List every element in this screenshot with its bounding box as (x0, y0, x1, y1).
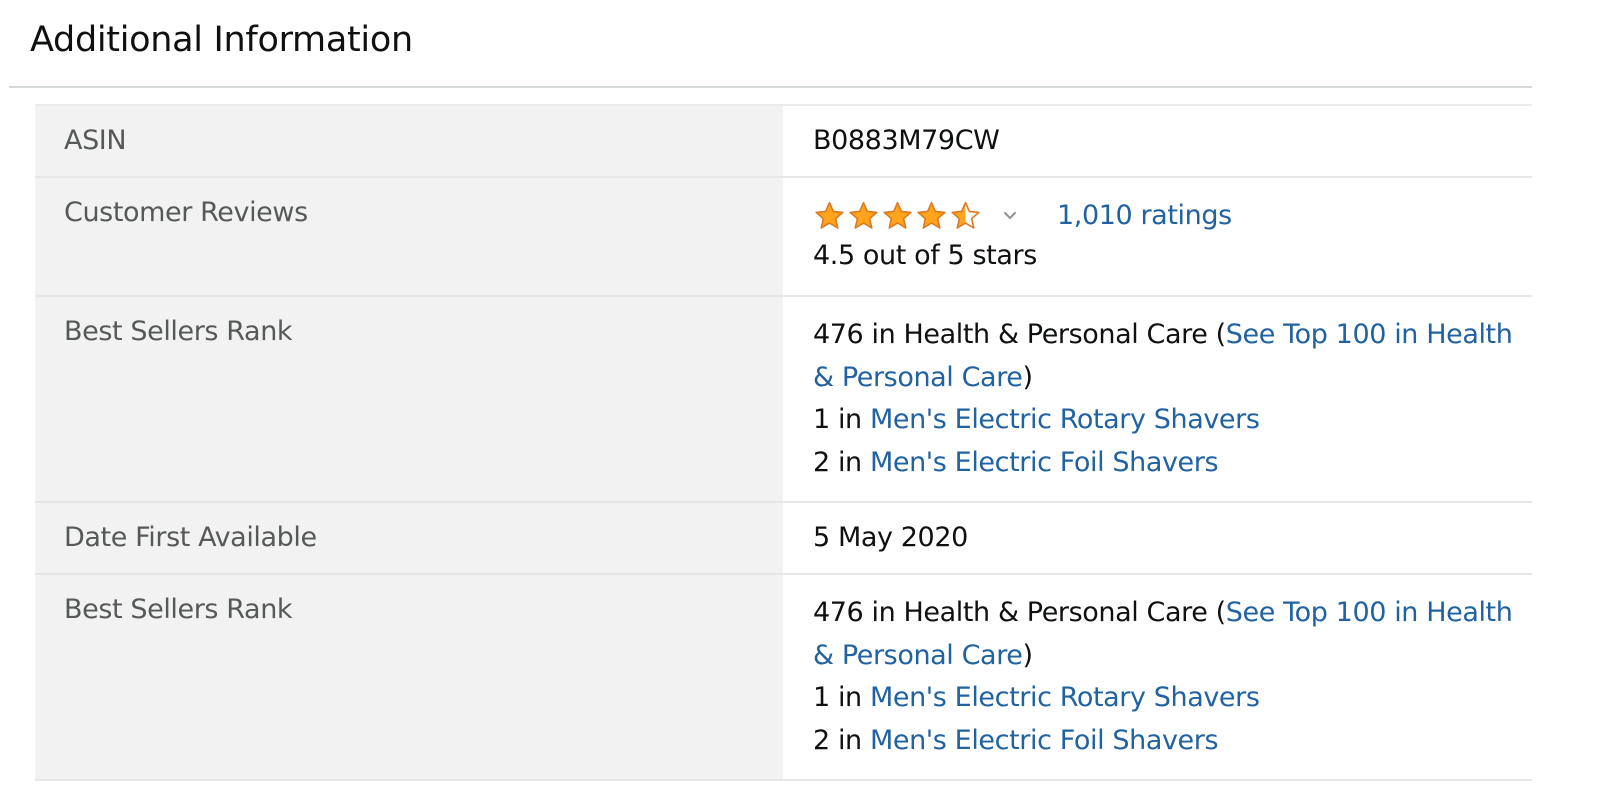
foil-shavers-link[interactable]: Men's Electric Foil Shavers (870, 725, 1219, 756)
rotary-shavers-link[interactable]: Men's Electric Rotary Shavers (870, 682, 1260, 713)
section-title: Additional Information (30, 20, 413, 60)
customer-reviews-value: 1,010 ratings 4.5 out of 5 stars (783, 177, 1532, 296)
asin-value: B0883M79CW (783, 105, 1532, 177)
chevron-down-icon[interactable] (1000, 206, 1020, 226)
additional-info-table: ASIN B0883M79CW Customer Reviews 1,010 r… (35, 104, 1532, 781)
rank-text: 1 in (813, 682, 870, 713)
rank-line-foil: 2 in Men's Electric Foil Shavers (813, 442, 1532, 485)
title-divider (9, 86, 1532, 88)
customer-reviews-label: Customer Reviews (35, 177, 783, 296)
rotary-shavers-link[interactable]: Men's Electric Rotary Shavers (870, 404, 1260, 435)
star-rating-icon[interactable] (813, 200, 982, 232)
asin-label: ASIN (35, 105, 783, 177)
table-row-asin: ASIN B0883M79CW (35, 105, 1532, 177)
date-first-available-value: 5 May 2020 (783, 502, 1532, 574)
rank-text: 476 in Health & Personal Care ( (813, 319, 1226, 350)
rank-line-rotary: 1 in Men's Electric Rotary Shavers (813, 677, 1532, 720)
reviews-line: 1,010 ratings (813, 198, 1532, 234)
rank-line-foil: 2 in Men's Electric Foil Shavers (813, 720, 1532, 763)
ratings-count-link[interactable]: 1,010 ratings (1057, 195, 1232, 238)
rating-text: 4.5 out of 5 stars (813, 240, 1037, 271)
table-row-customer-reviews: Customer Reviews 1,010 ratings 4.5 out o… (35, 177, 1532, 296)
rank-text-suffix: ) (1022, 639, 1034, 671)
best-sellers-rank-value: 476 in Health & Personal Care (See Top 1… (783, 574, 1532, 780)
date-first-available-label: Date First Available (35, 502, 783, 574)
rank-text: 2 in (813, 724, 870, 756)
rank-line-rotary: 1 in Men's Electric Rotary Shavers (813, 399, 1532, 442)
table-row-date-first-available: Date First Available 5 May 2020 (35, 502, 1532, 574)
rank-text-suffix: ) (1022, 361, 1034, 393)
star-full-icon (849, 201, 878, 229)
table-row-best-sellers-rank: Best Sellers Rank 476 in Health & Person… (35, 296, 1532, 502)
star-full-icon (883, 201, 912, 229)
star-full-icon (815, 201, 844, 229)
foil-shavers-link[interactable]: Men's Electric Foil Shavers (870, 447, 1219, 478)
rank-text: 2 in (813, 446, 870, 478)
best-sellers-rank-value: 476 in Health & Personal Care (See Top 1… (783, 296, 1532, 502)
best-sellers-rank-label: Best Sellers Rank (35, 296, 783, 502)
rank-line-health: 476 in Health & Personal Care (See Top 1… (813, 314, 1532, 399)
best-sellers-rank-label: Best Sellers Rank (35, 574, 783, 780)
star-half-icon (951, 201, 980, 229)
rank-text: 1 in (813, 404, 870, 435)
rank-text: 476 in Health & Personal Care ( (813, 597, 1226, 628)
star-full-icon (917, 201, 946, 229)
rank-line-health: 476 in Health & Personal Care (See Top 1… (813, 592, 1532, 677)
table-row-best-sellers-rank-2: Best Sellers Rank 476 in Health & Person… (35, 574, 1532, 780)
